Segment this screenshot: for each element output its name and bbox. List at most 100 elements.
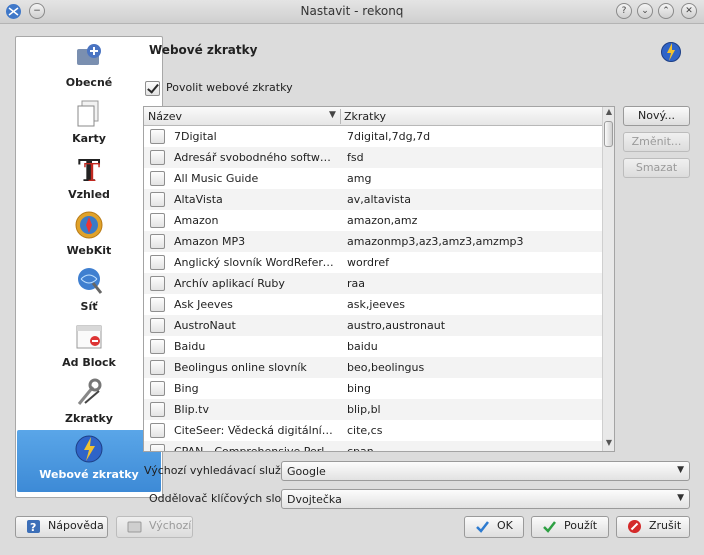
row-checkbox[interactable]	[150, 318, 165, 333]
list-scrollbar[interactable]: ▲ ▼	[602, 107, 614, 451]
row-name: Archív aplikací Ruby	[174, 277, 285, 290]
help-icon: ?	[27, 520, 40, 534]
sidebar-item-shortcuts[interactable]: Zkratky	[17, 374, 161, 430]
table-row[interactable]: All Music Guide amg	[144, 168, 602, 189]
sidebar-item-general[interactable]: Obecné	[17, 38, 161, 94]
change-shortcut-button[interactable]: Změnit...	[623, 132, 690, 152]
row-shortcuts: amazonmp3,az3,amz3,amzmp3	[347, 235, 524, 248]
row-checkbox[interactable]	[150, 276, 165, 291]
enable-web-shortcuts-label[interactable]: Povolit webové zkratky	[166, 81, 293, 94]
scroll-up-icon[interactable]: ▲	[604, 107, 614, 119]
web-shortcuts-list: Název ▼ Zkratky 7Digital 7digital,7dg,7d A…	[143, 106, 615, 452]
sidebar-item-network[interactable]: Síť	[17, 262, 161, 318]
row-name: AustroNaut	[174, 319, 236, 332]
keyword-delimiter-value: Dvojtečka	[287, 493, 342, 506]
table-row[interactable]: Archív aplikací Ruby raa	[144, 273, 602, 294]
row-shortcuts: beo,beolingus	[347, 361, 425, 374]
row-checkbox[interactable]	[150, 129, 165, 144]
row-checkbox[interactable]	[150, 192, 165, 207]
apply-button-label: Použít	[564, 519, 598, 532]
sidebar-item-adblock[interactable]: Ad Block	[17, 318, 161, 374]
table-row[interactable]: Baidu baidu	[144, 336, 602, 357]
ok-button[interactable]: OK	[464, 516, 524, 538]
row-checkbox[interactable]	[150, 402, 165, 417]
row-shortcuts: blip,bl	[347, 403, 381, 416]
help-button[interactable]: ? Nápověda	[15, 516, 108, 538]
column-separator[interactable]	[340, 109, 341, 124]
table-row[interactable]: Bing bing	[144, 378, 602, 399]
row-name: CiteSeer: Vědecká digitální kni...	[174, 424, 336, 437]
keyword-delimiter-label: Oddělovač klíčových slov:	[149, 492, 291, 505]
row-name: Adresář svobodného softwaru ...	[174, 151, 336, 164]
minimize-button[interactable]: ⌄	[637, 3, 653, 19]
column-header-shortcuts[interactable]: Zkratky	[344, 110, 386, 123]
cancel-button[interactable]: Zrušit	[616, 516, 690, 538]
table-row[interactable]: Ask Jeeves ask,jeeves	[144, 294, 602, 315]
sidebar-item-webkit[interactable]: WebKit	[17, 206, 161, 262]
network-icon	[78, 268, 103, 294]
defaults-button[interactable]: Výchozí	[116, 516, 193, 538]
row-checkbox[interactable]	[150, 150, 165, 165]
apply-check-icon	[543, 521, 556, 533]
sort-descending-icon[interactable]: ▼	[329, 110, 336, 120]
chevron-down-icon: ▼	[677, 493, 684, 503]
sidebar-item-tabs[interactable]: Karty	[17, 94, 161, 150]
row-name: All Music Guide	[174, 172, 259, 185]
sidebar-item-web-shortcuts[interactable]: Webové zkratky	[17, 430, 161, 492]
table-row[interactable]: Amazon MP3 amazonmp3,az3,amz3,amzmp3	[144, 231, 602, 252]
row-shortcuts: av,altavista	[347, 193, 411, 206]
settings-window: Obecné Karty T T Vzhled WebKit Síť Ad Bl…	[0, 24, 704, 555]
table-row[interactable]: Amazon amazon,amz	[144, 210, 602, 231]
row-checkbox[interactable]	[150, 381, 165, 396]
web-shortcuts-header-icon	[661, 42, 681, 62]
close-button[interactable]: ✕	[681, 3, 697, 19]
adblock-icon	[76, 325, 102, 349]
table-row[interactable]: 7Digital 7digital,7dg,7d	[144, 126, 602, 147]
maximize-button[interactable]: ⌃	[658, 3, 674, 19]
row-checkbox[interactable]	[150, 339, 165, 354]
row-checkbox[interactable]	[150, 255, 165, 270]
table-row[interactable]: AltaVista av,altavista	[144, 189, 602, 210]
table-row[interactable]: Adresář svobodného softwaru ... fsd	[144, 147, 602, 168]
row-shortcuts: raa	[347, 277, 366, 290]
sidebar-item-label: Webové zkratky	[39, 468, 139, 481]
row-checkbox[interactable]	[150, 423, 165, 438]
web-shortcuts-icon	[75, 435, 103, 463]
new-shortcut-button[interactable]: Nový...	[623, 106, 690, 126]
table-row[interactable]: CiteSeer: Vědecká digitální kni... cite,c…	[144, 420, 602, 441]
row-shortcuts: austro,austronaut	[347, 319, 446, 332]
row-name: Baidu	[174, 340, 206, 353]
table-row[interactable]: Blip.tv blip,bl	[144, 399, 602, 420]
sidebar-item-appearance[interactable]: T T Vzhled	[17, 150, 161, 206]
scroll-down-icon[interactable]: ▼	[604, 438, 614, 450]
title-bar: − Nastavit - rekonq ? ⌄ ⌃ ✕	[0, 0, 704, 24]
table-row[interactable]: Beolingus online slovník beo,beolingus	[144, 357, 602, 378]
sidebar-item-label: Zkratky	[65, 412, 113, 425]
row-checkbox[interactable]	[150, 360, 165, 375]
table-row[interactable]: Anglický slovník WordReferenc... wordref	[144, 252, 602, 273]
row-checkbox[interactable]	[150, 444, 165, 451]
default-search-combo[interactable]: Google ▼	[281, 461, 690, 481]
row-name: CPAN - Comprehensive Perl Arc...	[174, 445, 336, 452]
delete-shortcut-button[interactable]: Smazat	[623, 158, 690, 178]
row-checkbox[interactable]	[150, 213, 165, 228]
row-shortcuts: bing	[347, 382, 371, 395]
column-header-name[interactable]: Název	[148, 110, 182, 123]
row-checkbox[interactable]	[150, 234, 165, 249]
settings-sidebar: Obecné Karty T T Vzhled WebKit Síť Ad Bl…	[15, 36, 163, 498]
apply-button[interactable]: Použít	[531, 516, 609, 538]
scroll-thumb[interactable]	[604, 121, 613, 147]
row-name: AltaVista	[174, 193, 223, 206]
row-shortcuts: amg	[347, 172, 372, 185]
sidebar-item-label: Síť	[80, 300, 98, 313]
enable-web-shortcuts-checkbox[interactable]	[145, 81, 160, 96]
row-name: Bing	[174, 382, 199, 395]
keyword-delimiter-combo[interactable]: Dvojtečka ▼	[281, 489, 690, 509]
row-checkbox[interactable]	[150, 297, 165, 312]
help-title-button[interactable]: ?	[616, 3, 632, 19]
default-search-label: Výchozí vyhledávací služba:	[144, 464, 299, 477]
shortcuts-tools-icon	[77, 378, 102, 405]
table-row[interactable]: AustroNaut austro,austronaut	[144, 315, 602, 336]
row-checkbox[interactable]	[150, 171, 165, 186]
table-row[interactable]: CPAN - Comprehensive Perl Arc... cpan	[144, 441, 602, 452]
